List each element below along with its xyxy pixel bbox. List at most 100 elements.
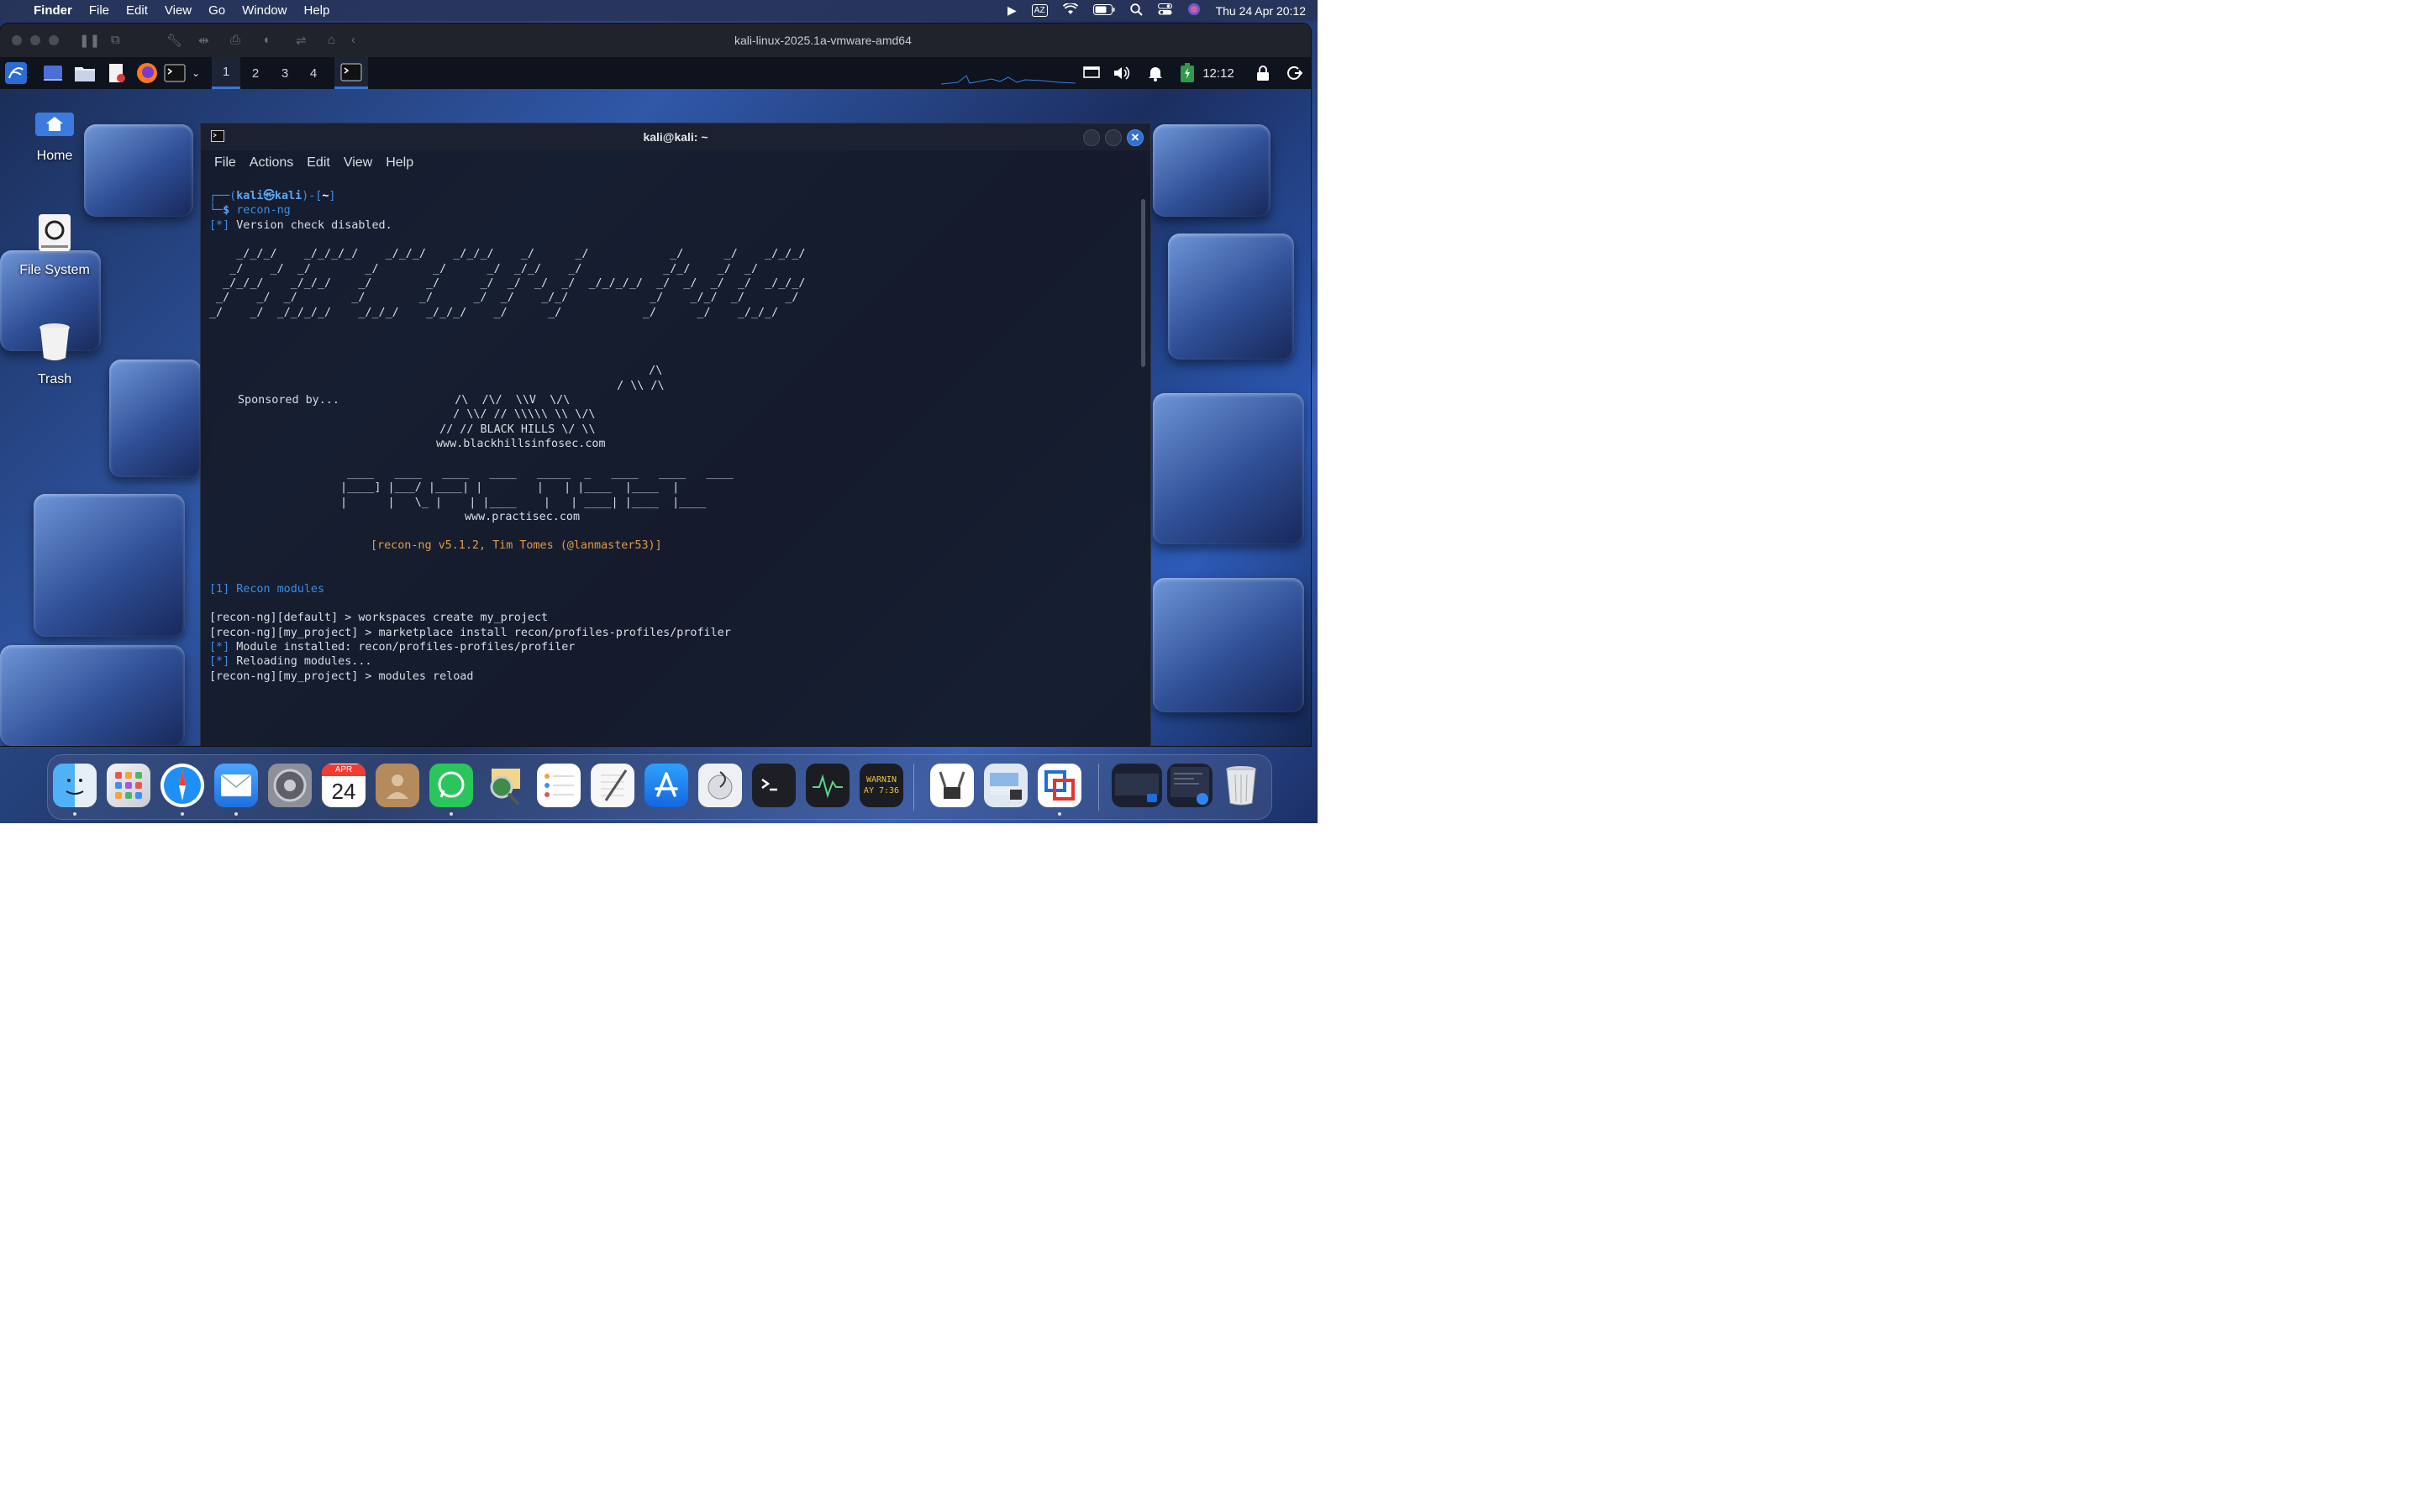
spotlight-search-icon[interactable]	[1129, 3, 1143, 18]
dock-separator	[913, 764, 914, 811]
practisec-art-line: | | \_ | | |____ | | ____| |____ |____	[334, 496, 707, 509]
terminal-menu-view[interactable]: View	[337, 155, 379, 171]
bhis-url: www.blackhillsinfosec.com	[436, 438, 606, 451]
minimize-window-button[interactable]	[30, 35, 40, 45]
chevron-down-icon[interactable]: ⌄	[188, 57, 203, 89]
disk-utility-icon[interactable]	[698, 764, 742, 807]
system-settings-icon[interactable]	[268, 764, 312, 807]
macos-menubar: Finder File Edit View Go Window Help ▶︎ …	[0, 0, 1318, 21]
whatsapp-icon[interactable]	[429, 764, 473, 807]
terminal-minimize-button[interactable]	[1083, 129, 1100, 146]
text-editor-icon[interactable]	[104, 57, 129, 89]
contacts-icon[interactable]	[376, 764, 419, 807]
file-manager-icon[interactable]	[72, 57, 97, 89]
menu-window[interactable]: Window	[234, 3, 295, 18]
sound-icon[interactable]: ◖	[262, 33, 270, 47]
terminal-menu-actions[interactable]: Actions	[243, 155, 300, 171]
menu-edit[interactable]: Edit	[118, 3, 156, 18]
textedit-icon[interactable]	[591, 764, 634, 807]
trash-dock-icon[interactable]	[1219, 764, 1263, 807]
desktop-icon-home[interactable]: Home	[8, 111, 101, 164]
prompt-host: kali	[274, 190, 302, 202]
lock-icon[interactable]	[1252, 57, 1274, 89]
calendar-icon[interactable]: APR 24	[322, 764, 366, 807]
terminal-menu-help[interactable]: Help	[379, 155, 420, 171]
minimized-window-thumbnail[interactable]	[1167, 764, 1213, 807]
volume-icon[interactable]	[1111, 57, 1133, 89]
safari-icon[interactable]	[160, 764, 204, 807]
mail-icon[interactable]	[214, 764, 258, 807]
power-battery-icon[interactable]	[1176, 57, 1198, 89]
control-center-icon[interactable]	[1157, 3, 1172, 18]
snapshot-icon[interactable]: ⧉	[111, 33, 120, 47]
terminal-menu-file[interactable]: File	[208, 155, 243, 171]
settings-wrench-icon[interactable]: 🔧︎	[166, 33, 182, 48]
vmware-fusion-icon[interactable]	[1038, 764, 1081, 807]
app-store-icon[interactable]	[644, 764, 688, 807]
banner-line: _/_/_/ _/_/_/_/ _/_/_/ _/_/_/ _/ _/ _/ _…	[209, 248, 806, 261]
menu-file[interactable]: File	[81, 3, 118, 18]
workspace-4[interactable]: 4	[299, 57, 328, 89]
menu-app-name[interactable]: Finder	[25, 3, 81, 18]
desktop-icon-file-system[interactable]: File System	[8, 213, 101, 278]
taskbar-terminal-button[interactable]	[334, 57, 368, 89]
shared-folder-icon[interactable]: ⌂	[328, 33, 335, 47]
pause-icon[interactable]: ❚❚	[79, 33, 100, 48]
wallpaper-cube	[1153, 393, 1304, 544]
battery-icon[interactable]	[1092, 3, 1115, 18]
menu-help[interactable]: Help	[296, 3, 339, 18]
usb-icon[interactable]: ⇌	[296, 33, 307, 48]
wallpaper-cube	[34, 494, 185, 637]
running-indicator	[73, 812, 76, 816]
reminders-icon[interactable]	[537, 764, 581, 807]
minimized-window-thumbnail[interactable]	[1112, 764, 1162, 807]
chevron-left-icon[interactable]: ‹	[351, 33, 355, 47]
desktop-icon-trash[interactable]: Trash	[8, 323, 101, 387]
terminal-scrollbar[interactable]	[1141, 199, 1145, 367]
console-icon[interactable]: WARNIN AY 7:36	[860, 764, 903, 807]
menu-view[interactable]: View	[156, 3, 200, 18]
firefox-icon[interactable]	[134, 57, 160, 89]
workspace-3[interactable]: 3	[271, 57, 299, 89]
bhis-art-line: / \\/ // \\\\\ \\ \/\	[433, 408, 596, 422]
logout-icon[interactable]	[1284, 57, 1306, 89]
panel-clock[interactable]: 12:12	[1202, 57, 1235, 89]
menu-go[interactable]: Go	[200, 3, 234, 18]
terminal-output[interactable]: ┌──(kali㉿kali)-[~] └─$ recon-ng [*] Versio…	[209, 189, 1134, 746]
show-desktop-icon[interactable]	[40, 57, 66, 89]
session-line: [*] Module installed: recon/profiles-pro…	[209, 640, 576, 654]
menubar-clock[interactable]: Thu 24 Apr 20:12	[1216, 4, 1306, 18]
preview-icon[interactable]	[984, 764, 1028, 807]
finder-icon[interactable]	[53, 764, 97, 807]
activity-monitor-icon[interactable]	[806, 764, 850, 807]
wallpaper-cube	[109, 360, 202, 477]
kali-desktop: ⌄ 1 2 3 4 12:12 Home File System Trash k…	[0, 57, 1311, 746]
play-status-icon[interactable]: ▶︎	[1007, 3, 1017, 18]
zoom-window-button[interactable]	[49, 35, 59, 45]
launchpad-icon[interactable]	[107, 764, 150, 807]
wifi-icon[interactable]	[1062, 2, 1078, 18]
workspace-1[interactable]: 1	[212, 57, 240, 89]
display-icon[interactable]	[1081, 57, 1102, 89]
system-information-icon[interactable]	[930, 764, 974, 807]
terminal-launcher-icon[interactable]	[163, 57, 187, 89]
bhis-art-line: // // BLACK HILLS \/ \\	[426, 423, 596, 436]
running-indicator	[1058, 812, 1061, 816]
terminal-maximize-button[interactable]	[1105, 129, 1122, 146]
terminal-menu-edit[interactable]: Edit	[300, 155, 337, 171]
notification-bell-icon[interactable]	[1144, 57, 1166, 89]
printer-icon[interactable]: ⎙	[230, 33, 240, 47]
siri-icon[interactable]	[1187, 3, 1201, 18]
mail-scanner-icon[interactable]	[483, 764, 527, 807]
vmware-titlebar: ❚❚ ⧉ 🔧︎ ⇹ ⎙ ◖ ⇌ ⌂ ‹ kali-linux-2025.1a-v…	[0, 24, 1311, 57]
terminal-titlebar[interactable]: kali@kali: ~ ✕	[201, 123, 1150, 150]
input-source-indicator[interactable]: AZ	[1031, 4, 1048, 17]
command-line: └─$ recon-ng	[209, 204, 291, 218]
workspace-2[interactable]: 2	[241, 57, 270, 89]
console-text: AY 7:36	[863, 786, 900, 795]
terminal-close-button[interactable]: ✕	[1127, 129, 1144, 146]
kali-menu-icon[interactable]	[3, 57, 29, 89]
network-icon[interactable]: ⇹	[198, 33, 209, 48]
terminal-icon[interactable]	[752, 764, 796, 807]
close-window-button[interactable]	[12, 35, 22, 45]
